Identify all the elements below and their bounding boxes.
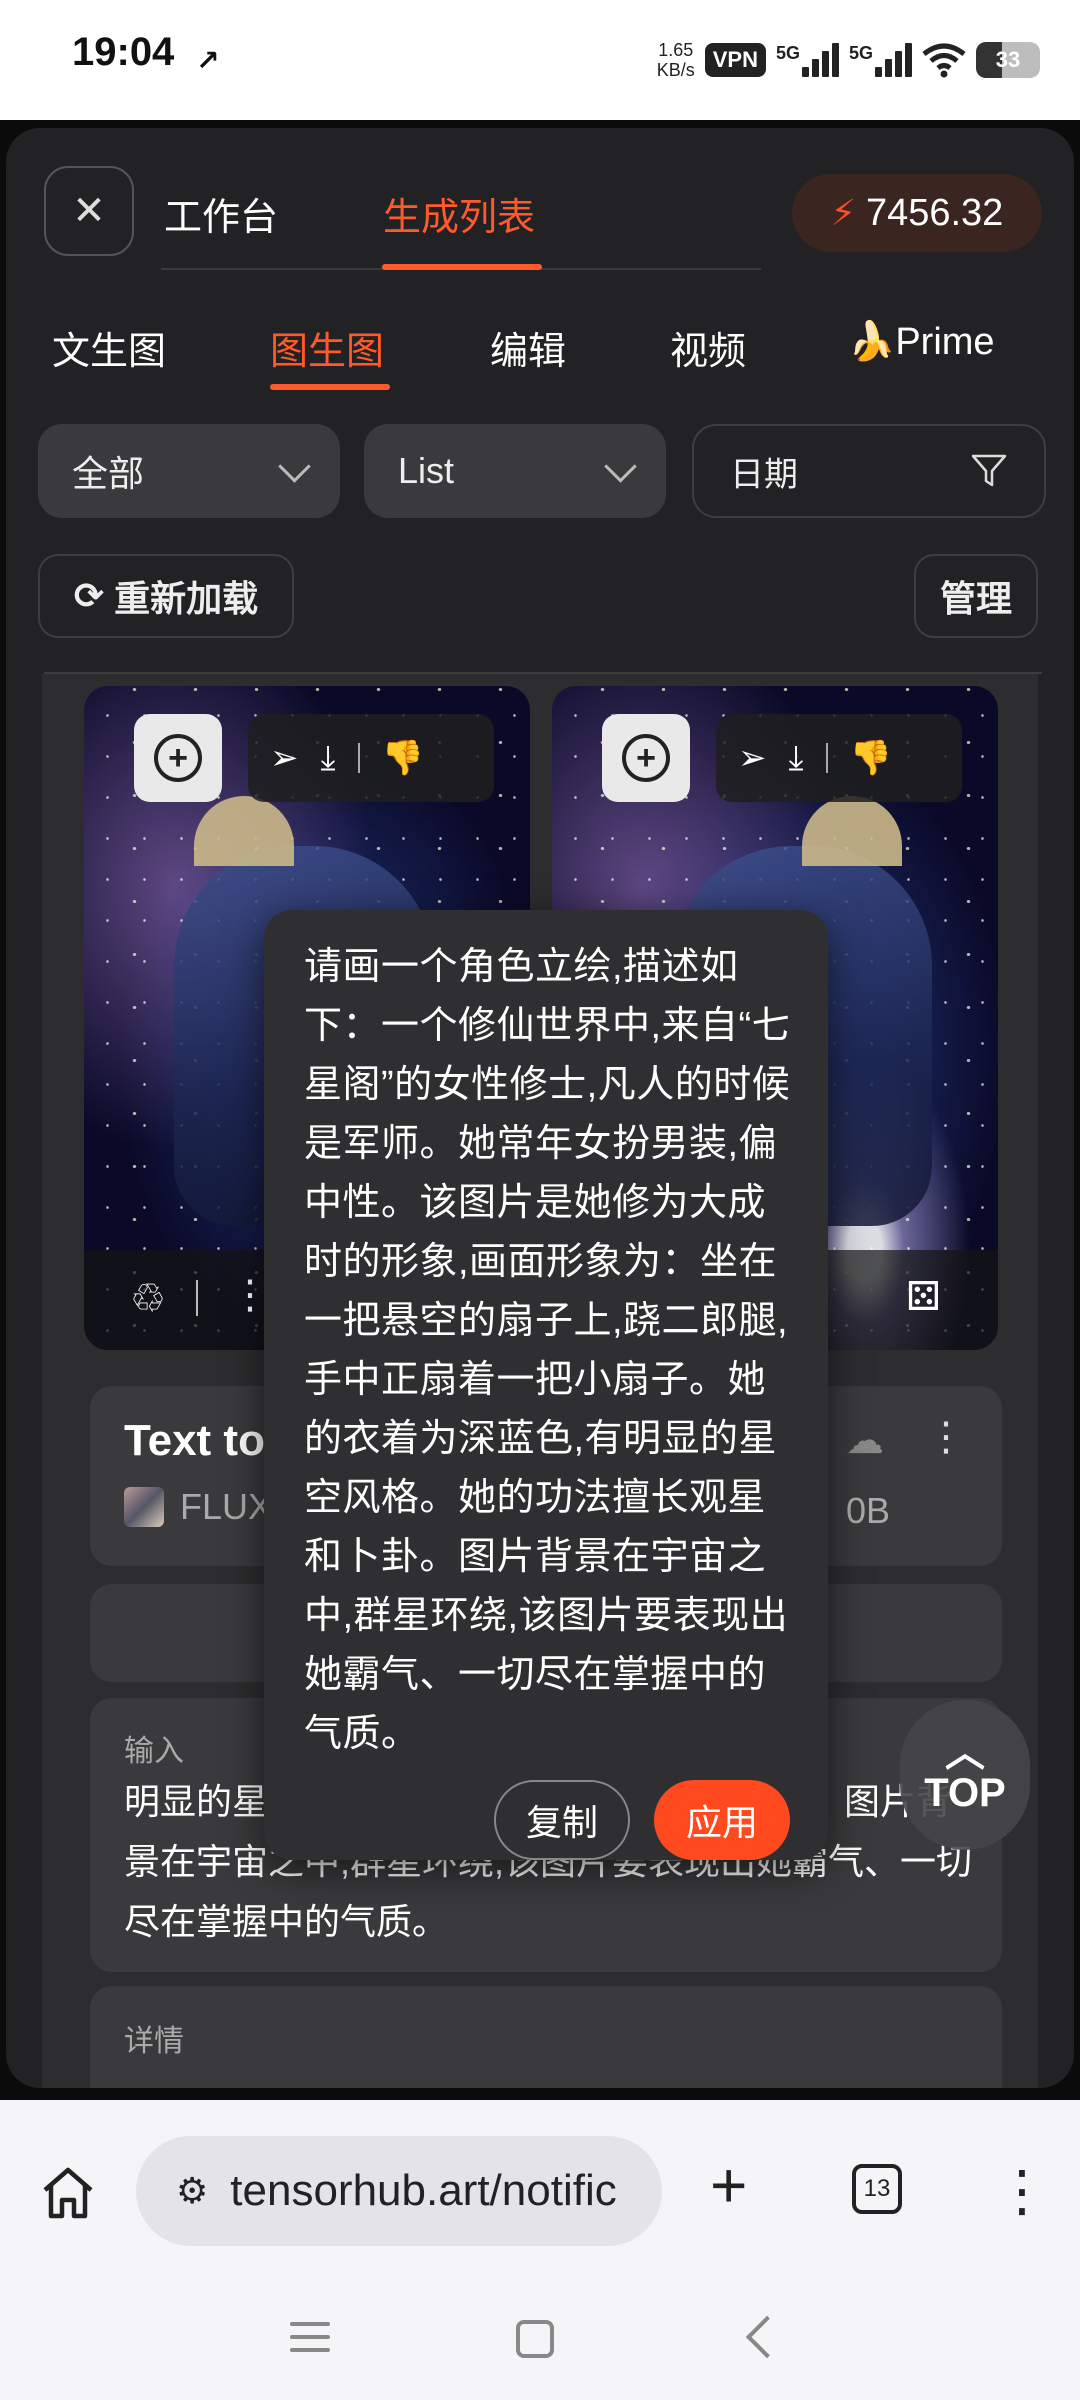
view-value: List bbox=[398, 450, 455, 491]
home-icon[interactable] bbox=[40, 2166, 96, 2220]
tab-workbench[interactable]: 工作台 bbox=[164, 186, 278, 241]
add-button[interactable]: + bbox=[602, 714, 690, 802]
dislike-icon[interactable]: 👎 bbox=[382, 738, 424, 778]
credits-badge[interactable]: ⚡ 7456.32 bbox=[792, 174, 1042, 252]
dice-icon[interactable]: ⚄ bbox=[906, 1274, 941, 1320]
remix-icon[interactable]: ♲ bbox=[130, 1276, 166, 1322]
send-icon[interactable]: ➢ bbox=[270, 738, 299, 778]
nfc-icon: ↗ bbox=[196, 45, 220, 76]
speed-unit: KB/s bbox=[656, 60, 695, 80]
tab-generation-list[interactable]: 生成列表 bbox=[383, 186, 535, 241]
signal-icon: 5G bbox=[776, 43, 839, 77]
cloud-icon[interactable]: ☁ bbox=[846, 1418, 884, 1463]
chevron-up-icon: ︿ bbox=[945, 1730, 985, 1775]
download-icon[interactable]: ⤓ bbox=[321, 739, 336, 778]
model-size: 0B bbox=[846, 1490, 891, 1531]
copy-button[interactable]: 复制 bbox=[494, 1780, 630, 1860]
scope-select[interactable]: 全部 bbox=[38, 424, 340, 518]
manage-button[interactable]: 管理 bbox=[914, 554, 1038, 638]
signal-icon-2: 5G bbox=[849, 43, 912, 77]
send-icon[interactable]: ➢ bbox=[738, 738, 767, 778]
clock: 19:04 bbox=[72, 30, 175, 74]
top-label: TOP bbox=[924, 1770, 1006, 1815]
chevron-down-icon bbox=[604, 449, 637, 483]
chevron-down-icon bbox=[278, 449, 311, 483]
input-label: 输入 bbox=[124, 1735, 184, 1768]
plus-icon: + bbox=[154, 734, 202, 782]
battery-icon: 33 bbox=[976, 42, 1040, 78]
battery-level: 33 bbox=[995, 47, 1021, 72]
more-icon[interactable]: ⋮ bbox=[926, 1414, 966, 1460]
reload-label: 重新加载 bbox=[114, 578, 259, 619]
status-bar: 19:04 ↗ 1.65 KB/s VPN 5G 5G 33 bbox=[0, 0, 1080, 120]
net-type-2: 5G bbox=[848, 43, 873, 63]
url-bar[interactable]: ⚙ tensorhub.art/notific bbox=[136, 2136, 662, 2246]
menu-icon[interactable]: ⋮ bbox=[994, 2158, 1050, 2224]
back-icon[interactable] bbox=[745, 2315, 789, 2359]
scope-value: 全部 bbox=[72, 453, 145, 494]
details-card: 详情 bbox=[90, 1986, 1002, 2088]
tab-edit[interactable]: 编辑 bbox=[490, 320, 566, 375]
back-to-top-button[interactable]: ︿ TOP bbox=[900, 1700, 1030, 1850]
tab-image-to-image[interactable]: 图生图 bbox=[270, 320, 384, 375]
add-button[interactable]: + bbox=[134, 714, 222, 802]
dislike-icon[interactable]: 👎 bbox=[850, 738, 892, 778]
active-tab-indicator bbox=[382, 264, 542, 270]
apply-button[interactable]: 应用 bbox=[654, 1780, 790, 1860]
recents-icon[interactable] bbox=[290, 2322, 330, 2352]
credits-value: 7456.32 bbox=[865, 191, 1004, 234]
model-name: FLUX bbox=[180, 1486, 273, 1527]
separator bbox=[196, 1280, 198, 1316]
image-actions: ➢ ⤓ 👎 bbox=[248, 714, 494, 802]
plus-icon: + bbox=[622, 734, 670, 782]
refresh-icon: ⟳ bbox=[73, 575, 105, 616]
reload-button[interactable]: ⟳ 重新加载 bbox=[38, 554, 294, 638]
browser-toolbar: ⚙ tensorhub.art/notific + 13 ⋮ bbox=[0, 2100, 1080, 2280]
download-icon[interactable]: ⤓ bbox=[789, 739, 804, 778]
site-settings-icon[interactable]: ⚙ bbox=[176, 2170, 208, 2212]
lightning-icon: ⚡ bbox=[830, 192, 856, 233]
view-select[interactable]: List bbox=[364, 424, 666, 518]
task-title: Text to bbox=[124, 1416, 265, 1465]
network-speed: 1.65 KB/s bbox=[657, 40, 695, 80]
net-type-1: 5G bbox=[775, 43, 800, 63]
model-info: FLUX bbox=[124, 1486, 272, 1528]
vpn-icon: VPN bbox=[704, 43, 766, 77]
tab-text-to-image[interactable]: 文生图 bbox=[52, 320, 166, 375]
prompt-text: 请画一个角色立绘,描述如下：一个修仙世界中,来自“七星阁”的女性修士,凡人的时候… bbox=[304, 946, 791, 1755]
prompt-popover: 请画一个角色立绘,描述如下：一个修仙世界中,来自“七星阁”的女性修士,凡人的时候… bbox=[264, 910, 828, 1860]
model-avatar bbox=[124, 1487, 164, 1527]
filter-icon bbox=[971, 454, 1007, 487]
system-nav-bar bbox=[0, 2280, 1080, 2400]
tab-video[interactable]: 视频 bbox=[670, 320, 746, 375]
home-nav-icon[interactable] bbox=[516, 2320, 554, 2358]
close-button[interactable]: ✕ bbox=[44, 166, 134, 256]
status-icons: 1.65 KB/s VPN 5G 5G 33 bbox=[657, 32, 1040, 88]
image-actions: ➢ ⤓ 👎 bbox=[716, 714, 962, 802]
wifi-icon bbox=[922, 43, 966, 78]
category-indicator bbox=[270, 384, 390, 390]
tab-switcher-button[interactable]: 13 bbox=[852, 2164, 902, 2214]
date-label: 日期 bbox=[730, 455, 798, 494]
speed-value: 1.65 bbox=[658, 40, 694, 60]
tab-prime[interactable]: 🍌Prime bbox=[848, 320, 995, 364]
date-filter[interactable]: 日期 bbox=[692, 424, 1046, 518]
url-text: tensorhub.art/notific bbox=[230, 2166, 617, 2215]
details-label: 详情 bbox=[124, 2025, 184, 2058]
close-icon: ✕ bbox=[72, 189, 106, 233]
new-tab-icon[interactable]: + bbox=[710, 2148, 747, 2222]
